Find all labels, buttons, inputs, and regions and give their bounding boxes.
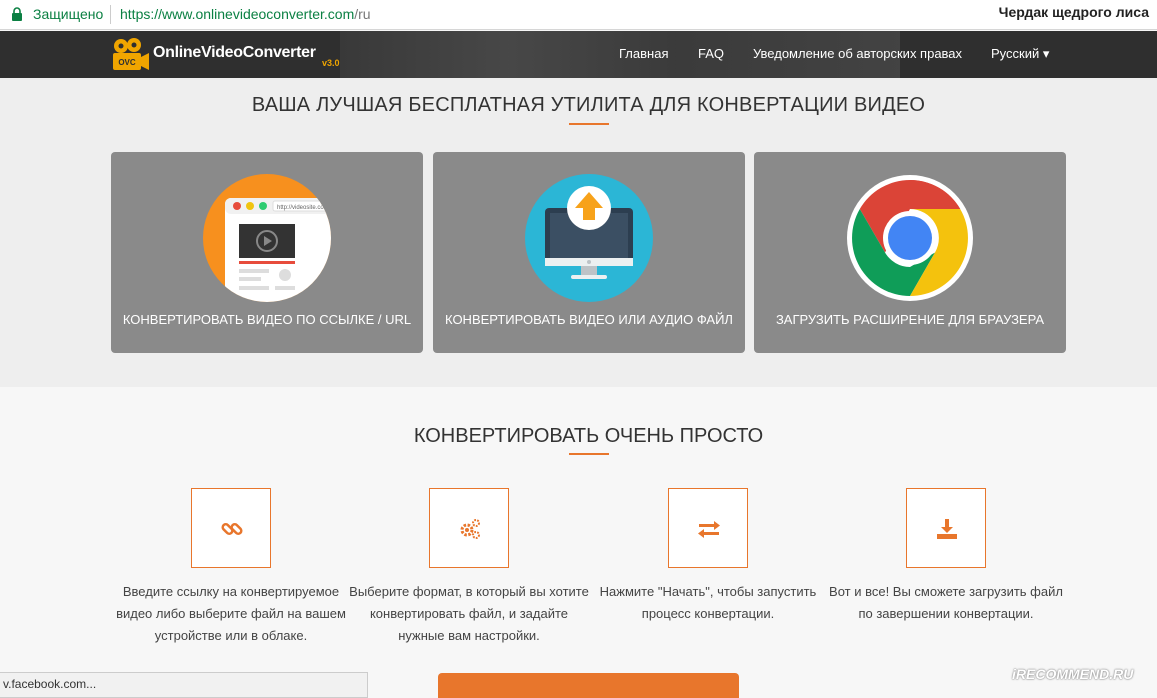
start-button[interactable] (438, 673, 739, 698)
step-text-1: Введите ссылку на конвертируемое видео л… (116, 584, 346, 643)
url-text[interactable]: https://www.onlinevideoconverter.com/ru (120, 6, 371, 22)
exchange-icon (698, 521, 720, 538)
card-label: КОНВЕРТИРОВАТЬ ВИДЕО ПО ССЫЛКЕ / URL (122, 312, 412, 327)
url-path: /ru (354, 6, 371, 22)
browser-address-bar[interactable]: Защищено https://www.onlinevideoconverte… (0, 0, 1157, 30)
watermark: iRECOMMEND.RU (1012, 666, 1134, 682)
status-bar-url: v.facebook.com... (0, 672, 368, 698)
logo-version: v3.0 (322, 58, 340, 68)
gears-icon (460, 519, 480, 539)
logo-badge: OVC (118, 58, 136, 67)
steps-title-underline (569, 453, 609, 455)
convert-url-card[interactable]: http://videosite.com КОНВЕРТИРОВАТЬ ВИДЕ… (111, 152, 423, 353)
steps-title: КОНВЕРТИРОВАТЬ ОЧЕНЬ ПРОСТО (413, 425, 764, 447)
step-text-2: Выберите формат, в который вы хотите кон… (349, 584, 589, 643)
profile-name[interactable]: Чердак щедрого лиса (999, 4, 1149, 20)
step-text-3: Нажмите "Начать", чтобы запустить процес… (599, 584, 817, 621)
step-link-box (191, 488, 271, 568)
card-label: ЗАГРУЗИТЬ РАСШИРЕНИЕ ДЛЯ БРАУЗЕРА (775, 312, 1045, 327)
url-host: https://www.onlinevideoconverter.com (120, 6, 355, 22)
language-dropdown[interactable]: Русский ▾ (991, 46, 1049, 62)
camera-logo-icon[interactable]: OVC (112, 37, 150, 71)
step-download-box (906, 488, 986, 568)
hero-title: ВАША ЛУЧШАЯ БЕСПЛАТНАЯ УТИЛИТА ДЛЯ КОНВЕ… (251, 94, 926, 116)
nav-home-link[interactable]: Главная (619, 46, 668, 61)
nav-copyright-link[interactable]: Уведомление об авторских правах (753, 46, 962, 61)
card-label: КОНВЕРТИРОВАТЬ ВИДЕО ИЛИ АУДИО ФАЙЛ (445, 312, 733, 327)
step-start-box (668, 488, 748, 568)
browser-extension-card[interactable]: ЗАГРУЗИТЬ РАСШИРЕНИЕ ДЛЯ БРАУЗЕРА (754, 152, 1066, 353)
browser-video-icon: http://videosite.com (203, 174, 331, 302)
site-header: OVC OnlineVideoConverter v3.0 Главная FA… (0, 31, 1157, 78)
step-format-box (429, 488, 509, 568)
download-icon (937, 519, 957, 539)
address-separator (110, 5, 111, 24)
hero-section: ВАША ЛУЧШАЯ БЕСПЛАТНАЯ УТИЛИТА ДЛЯ КОНВЕ… (0, 78, 1157, 387)
lock-icon (12, 7, 22, 21)
browser-url-snippet: http://videosite.com (277, 205, 329, 211)
link-icon (221, 522, 243, 536)
nav-faq-link[interactable]: FAQ (698, 46, 724, 61)
step-text-4: Вот и все! Вы сможете загрузить файл по … (829, 584, 1063, 621)
logo-text[interactable]: OnlineVideoConverter (153, 44, 316, 62)
secure-label: Защищено (33, 6, 104, 22)
monitor-upload-icon (525, 174, 653, 302)
chrome-icon (847, 175, 973, 301)
hero-title-underline (569, 123, 609, 125)
convert-file-card[interactable]: КОНВЕРТИРОВАТЬ ВИДЕО ИЛИ АУДИО ФАЙЛ (433, 152, 745, 353)
